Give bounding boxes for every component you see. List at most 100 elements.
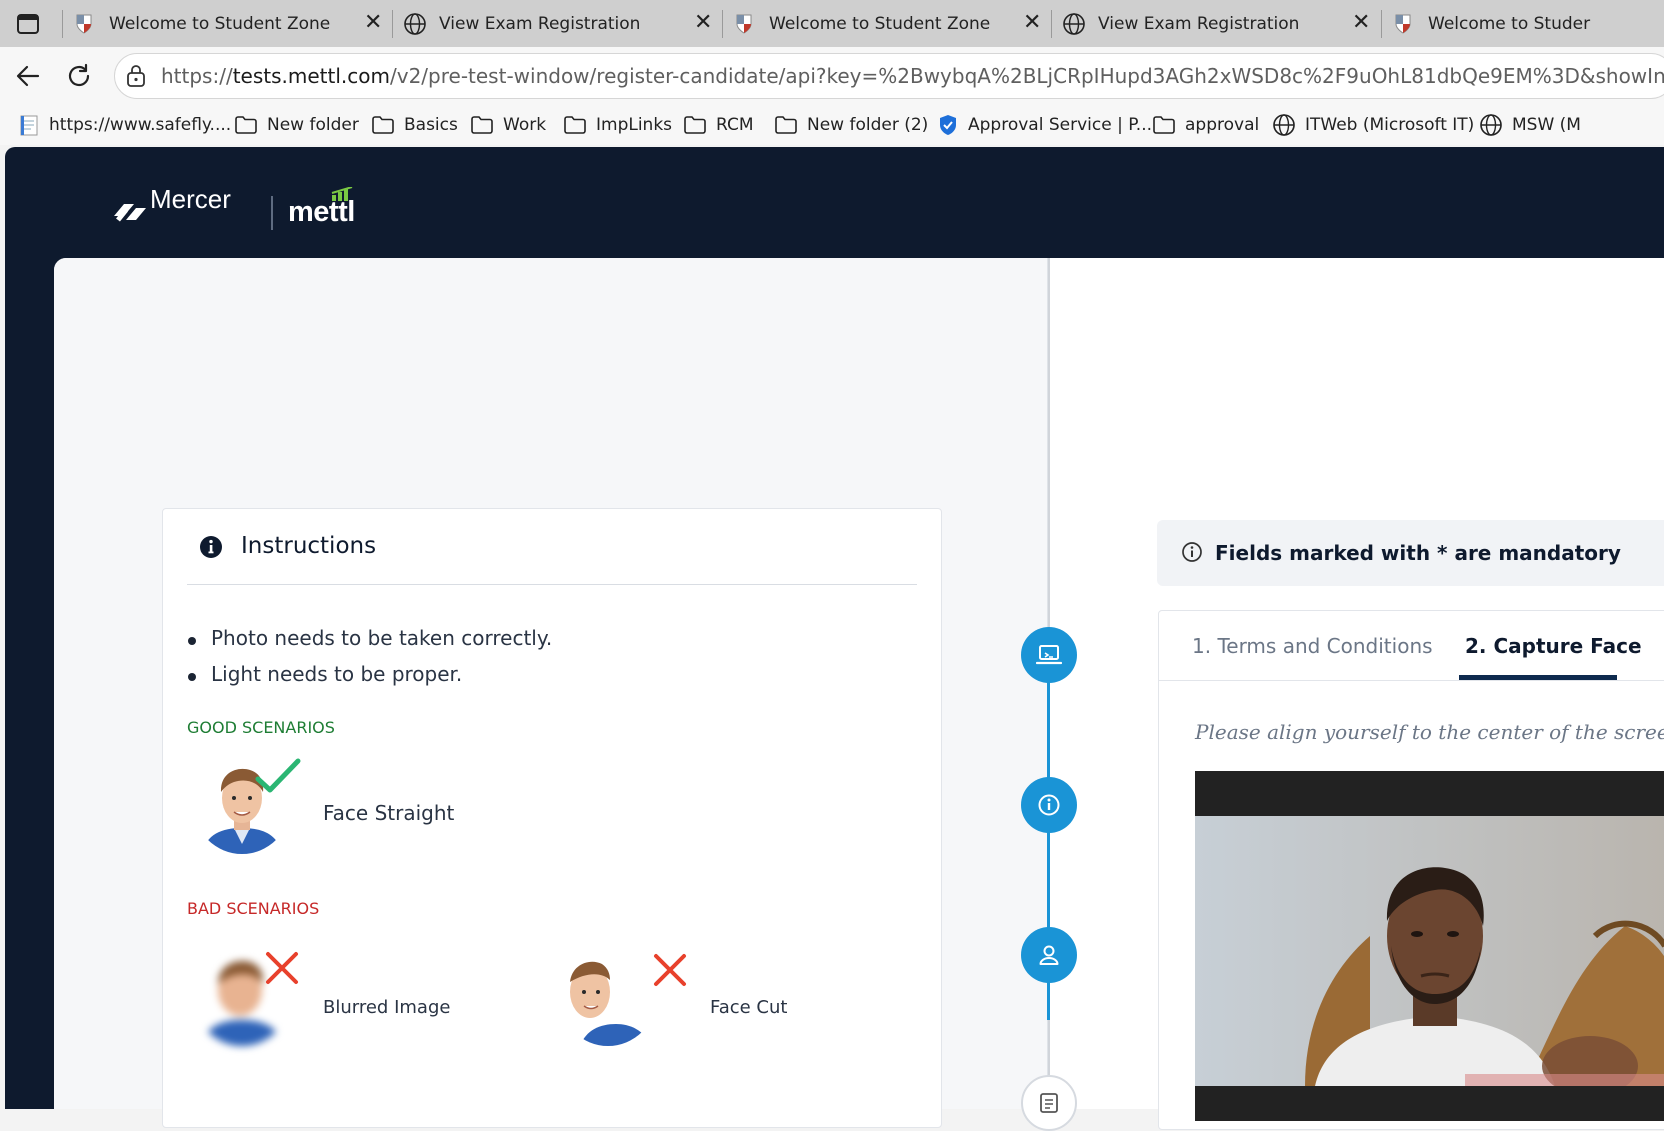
tab-separator xyxy=(62,10,63,38)
bookmark-label: MSW (M xyxy=(1512,115,1581,135)
bookmark-item[interactable]: Basics xyxy=(371,106,458,144)
folder-icon xyxy=(471,116,493,134)
tab-title: Welcome to Student Zone xyxy=(109,13,331,34)
blurred-image-label: Blurred Image xyxy=(323,997,451,1018)
bad-scenarios-label: BAD SCENARIOS xyxy=(187,899,320,918)
bookmark-label: New folder (2) xyxy=(807,115,929,135)
mettl-logo-text: mettl xyxy=(288,196,355,228)
bookmark-item[interactable]: RCM xyxy=(683,106,754,144)
lock-icon[interactable] xyxy=(124,63,148,93)
instructions-title: Instructions xyxy=(241,533,377,559)
divider xyxy=(1158,680,1664,681)
tab-close-icon[interactable]: ✕ xyxy=(694,12,712,34)
info-outline-icon xyxy=(1181,541,1203,567)
laptop-icon xyxy=(1036,645,1062,665)
back-button[interactable] xyxy=(10,58,46,94)
tab-title: View Exam Registration xyxy=(439,13,641,34)
mercer-logo-icon xyxy=(112,200,148,228)
folder-icon xyxy=(684,116,706,134)
shield-logo-icon xyxy=(1395,14,1411,34)
page-icon xyxy=(20,115,38,136)
info-icon xyxy=(1038,794,1060,816)
bookmark-item[interactable]: approval xyxy=(1152,106,1259,144)
capture-hint-text: Please align yourself to the center of t… xyxy=(1195,720,1664,744)
instruction-bullet: Light needs to be proper. xyxy=(188,662,462,686)
step-system-check xyxy=(1021,627,1077,683)
bookmark-item[interactable]: New folder (2) xyxy=(774,106,928,144)
bookmark-item[interactable]: MSW (M xyxy=(1479,106,1581,144)
tab-title: Welcome to Student Zone xyxy=(769,13,991,34)
divider xyxy=(187,584,917,585)
tab-close-icon[interactable]: ✕ xyxy=(1023,12,1041,34)
browser-tab-3[interactable]: Welcome to Student Zone xyxy=(734,0,1050,47)
user-icon xyxy=(1039,945,1059,965)
browser-tab-5[interactable]: Welcome to Studer xyxy=(1393,0,1664,47)
globe-icon xyxy=(1480,114,1502,136)
tab-close-icon[interactable]: ✕ xyxy=(1352,12,1370,34)
bookmark-item[interactable]: New folder xyxy=(234,106,359,144)
tab-terms-and-conditions[interactable]: 1. Terms and Conditions xyxy=(1192,634,1433,658)
logo-divider xyxy=(271,196,273,230)
shield-check-icon xyxy=(940,115,956,135)
webcam-feed-image xyxy=(1195,816,1664,1086)
tab-separator xyxy=(1381,10,1382,38)
browser-tab-4[interactable]: View Exam Registration xyxy=(1062,0,1380,47)
step-registration xyxy=(1021,927,1077,983)
step-instructions xyxy=(1021,777,1077,833)
bookmark-label: Approval Service | P... xyxy=(968,115,1153,135)
face-cut-image xyxy=(560,950,656,1046)
bookmark-label: ImpLinks xyxy=(596,115,673,135)
bookmark-label: RCM xyxy=(716,115,754,135)
tab-title: View Exam Registration xyxy=(1098,13,1300,34)
tab-close-icon[interactable]: ✕ xyxy=(364,12,382,34)
browser-tab-2[interactable]: View Exam Registration xyxy=(403,0,721,47)
bookmark-item[interactable]: https://www.safefly.... xyxy=(18,106,231,144)
bookmark-label: New folder xyxy=(267,115,359,135)
mercer-logo-text: Mercer xyxy=(150,184,231,214)
globe-icon xyxy=(404,12,426,35)
face-straight-label: Face Straight xyxy=(323,801,455,825)
back-arrow-icon xyxy=(16,65,40,87)
tab-separator xyxy=(722,10,723,38)
folder-icon xyxy=(775,116,797,134)
face-cut-label: Face Cut xyxy=(710,997,788,1018)
bookmark-label: ITWeb (Microsoft IT) xyxy=(1305,115,1475,135)
bookmark-label: Basics xyxy=(404,115,458,135)
instruction-bullet: Photo needs to be taken correctly. xyxy=(188,626,552,650)
folder-icon xyxy=(1153,116,1175,134)
tab-capture-face[interactable]: 2. Capture Face xyxy=(1465,634,1642,658)
bookmark-item[interactable]: ITWeb (Microsoft IT) xyxy=(1272,106,1474,144)
active-tab-indicator xyxy=(1459,675,1617,680)
shield-logo-icon xyxy=(736,14,752,34)
bookmark-item[interactable]: Approval Service | P... xyxy=(937,106,1152,144)
mandatory-notice-text: Fields marked with * are mandatory xyxy=(1215,541,1621,565)
cross-icon xyxy=(264,950,300,990)
browser-tab-1[interactable]: Welcome to Student Zone xyxy=(74,0,390,47)
shield-logo-icon xyxy=(76,14,92,34)
tab-separator xyxy=(1051,10,1052,38)
refresh-icon xyxy=(68,63,90,87)
url-text[interactable]: https://tests.mettl.com/v2/pre-test-wind… xyxy=(161,64,1664,88)
stepper-line xyxy=(1048,1020,1050,1080)
good-scenarios-label: GOOD SCENARIOS xyxy=(187,718,335,737)
bookmark-label: Work xyxy=(503,115,547,135)
info-filled-icon xyxy=(199,535,223,563)
refresh-button[interactable] xyxy=(61,58,97,94)
check-icon xyxy=(255,757,301,799)
tab-title: Welcome to Studer xyxy=(1428,13,1591,34)
form-icon xyxy=(1040,1093,1058,1113)
folder-icon xyxy=(372,116,394,134)
sidebar-toggle-icon[interactable] xyxy=(14,10,42,38)
folder-icon xyxy=(235,116,257,134)
step-form xyxy=(1021,1075,1077,1131)
stepper-line xyxy=(1048,258,1050,628)
folder-icon xyxy=(564,116,586,134)
globe-icon xyxy=(1273,114,1295,136)
bookmark-label: https://www.safefly.... xyxy=(49,115,232,135)
tab-separator xyxy=(392,10,393,38)
cross-icon xyxy=(652,952,688,992)
bookmark-item[interactable]: Work xyxy=(470,106,546,144)
bookmark-label: approval xyxy=(1185,115,1260,135)
bookmark-item[interactable]: ImpLinks xyxy=(563,106,672,144)
globe-icon xyxy=(1063,12,1085,35)
